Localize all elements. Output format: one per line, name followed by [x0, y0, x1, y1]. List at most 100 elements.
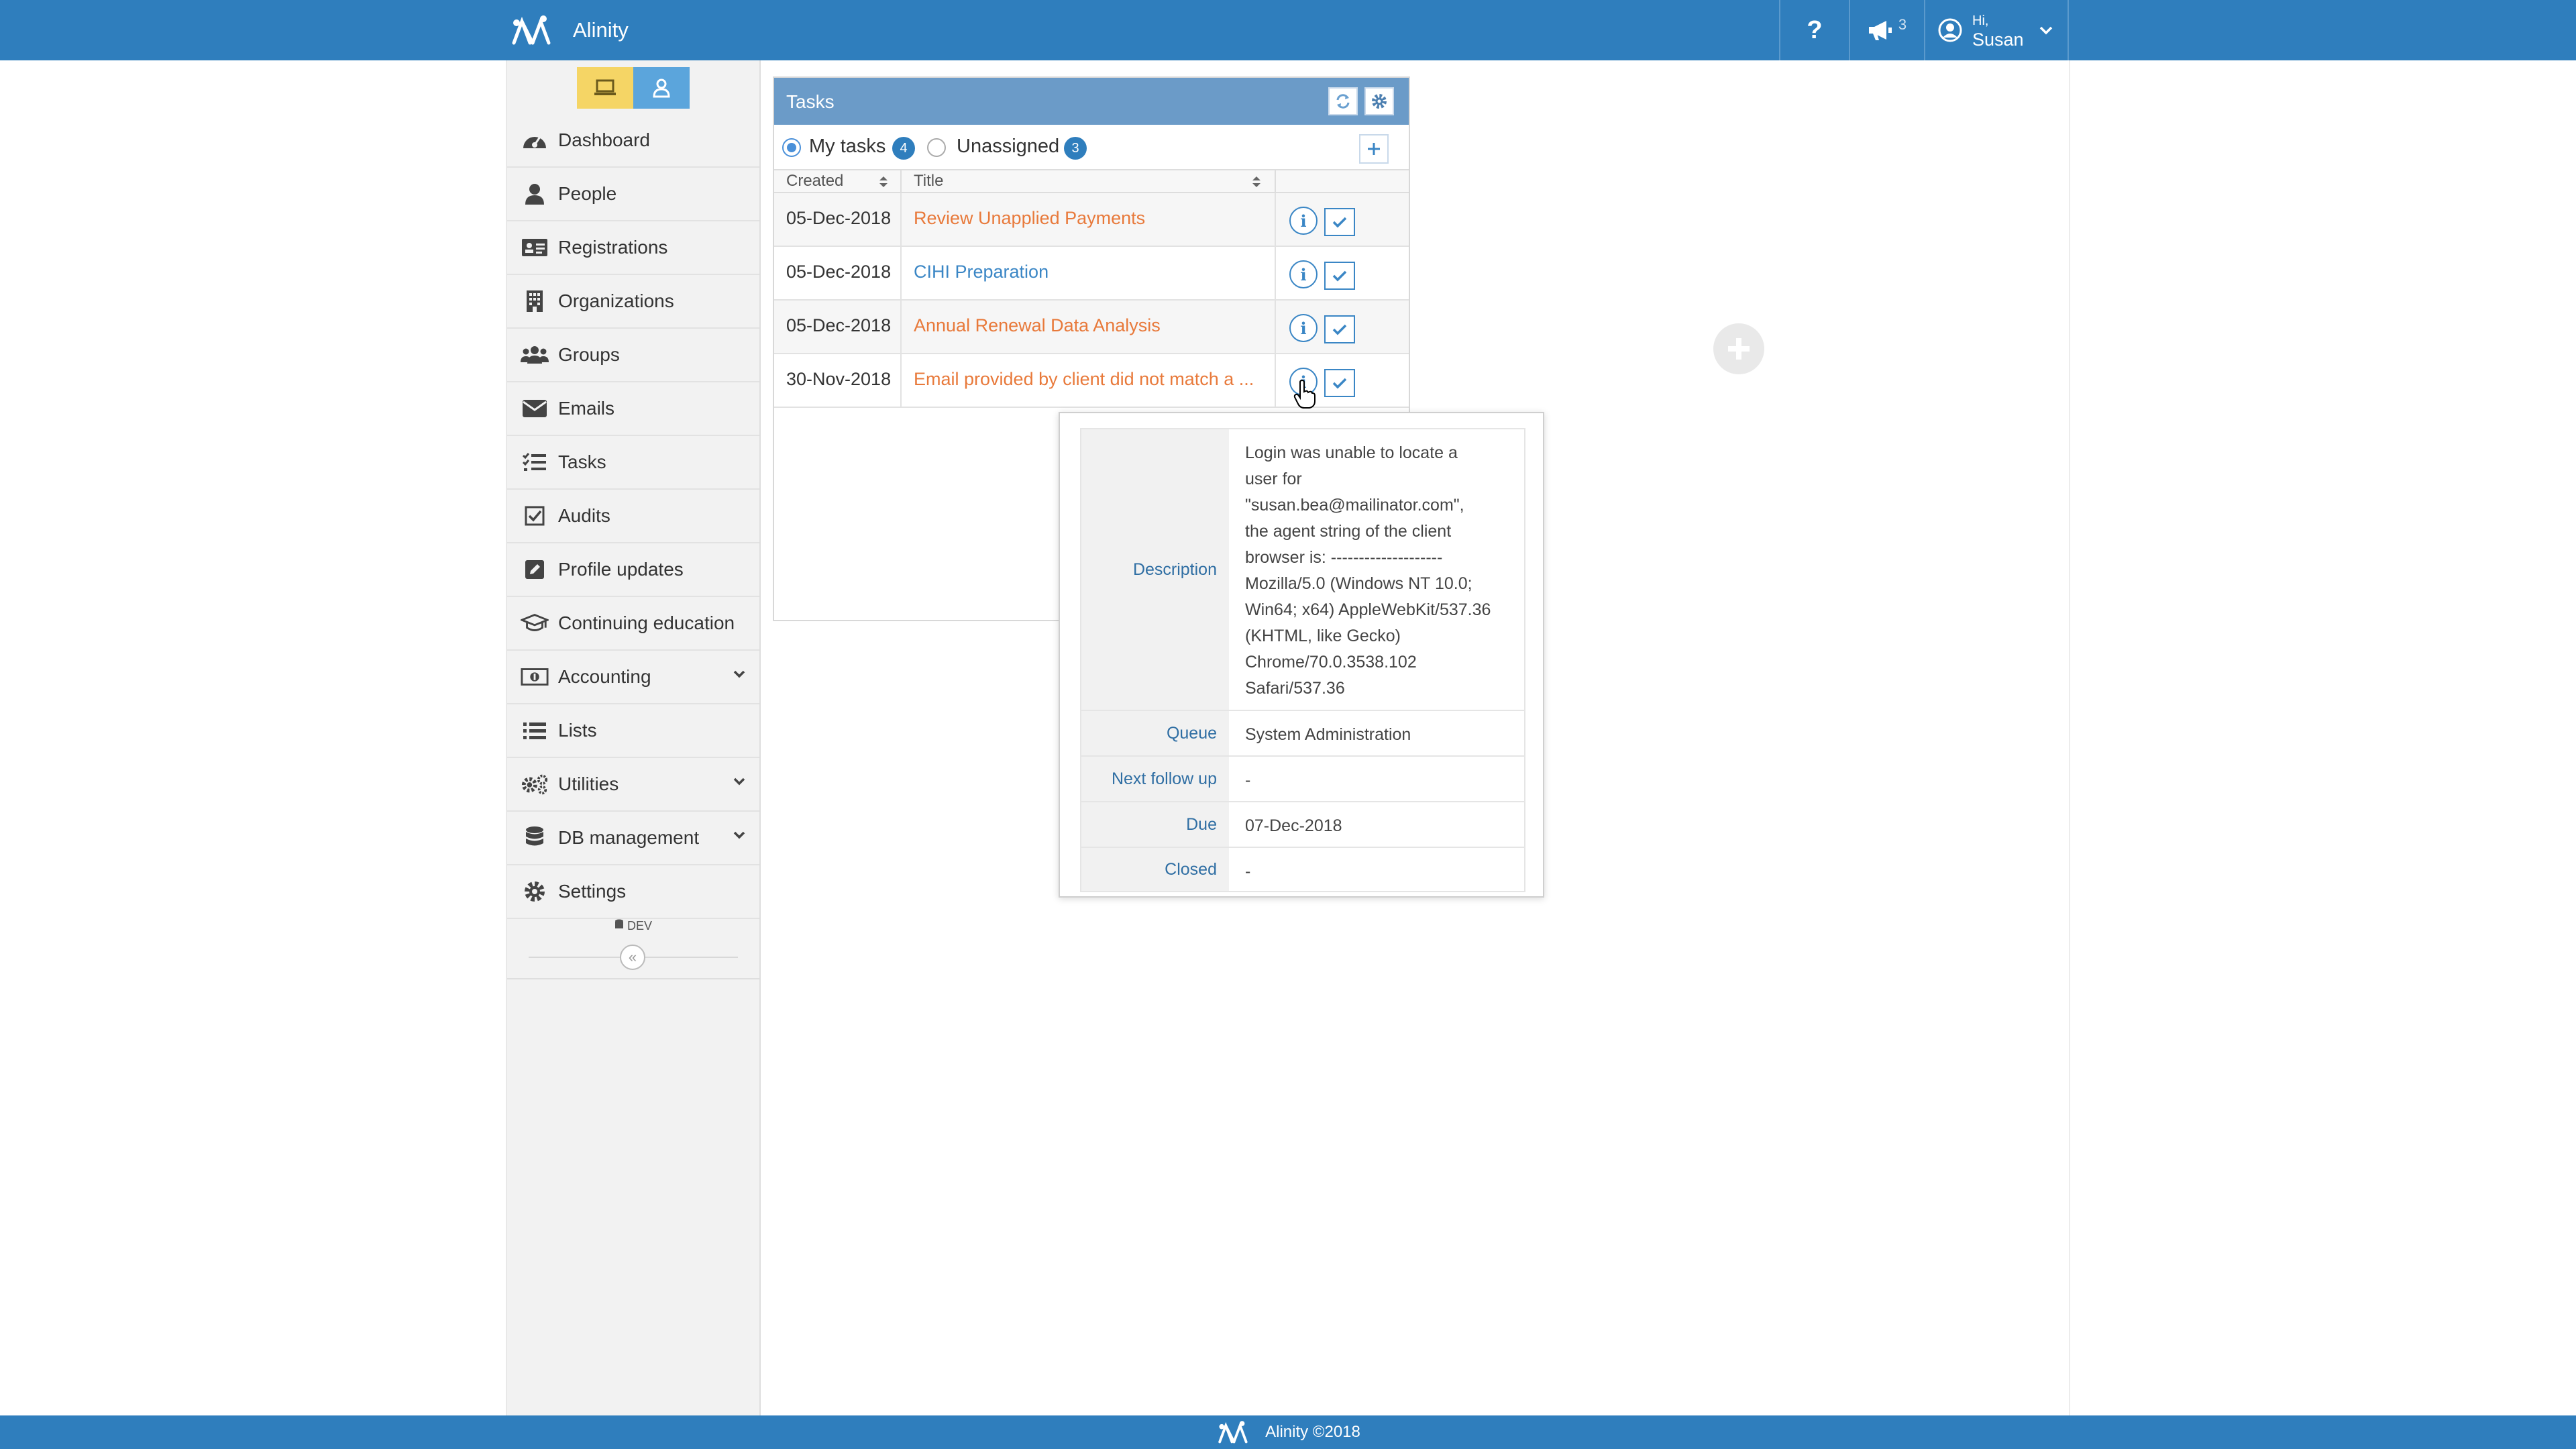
complete-task-button[interactable] [1324, 262, 1355, 290]
task-title-link[interactable]: Email provided by client did not match a… [914, 369, 1254, 390]
description-line: browser is: -------------------- [1245, 548, 1443, 567]
envelope-icon [521, 394, 549, 423]
my-tasks-label[interactable]: My tasks [809, 136, 885, 158]
sidebar-item-organizations[interactable]: Organizations [507, 275, 759, 329]
description-line: Win64; x64) AppleWebKit/537.36 [1245, 600, 1491, 619]
divider [900, 354, 902, 407]
announcements-button[interactable]: 3 [1849, 0, 1924, 60]
task-title-link[interactable]: Annual Renewal Data Analysis [914, 315, 1161, 336]
task-info-button[interactable]: i [1289, 314, 1318, 342]
check-icon [1332, 378, 1347, 389]
task-title-link[interactable]: CIHI Preparation [914, 262, 1049, 282]
mode-toggle [577, 67, 690, 109]
info-icon: i [1300, 318, 1307, 338]
sidebar-item-lists[interactable]: Lists [507, 704, 759, 758]
column-header-title[interactable]: Title [914, 172, 943, 191]
column-header-created[interactable]: Created [786, 172, 843, 191]
building-icon [521, 287, 549, 315]
sidebar-item-registrations[interactable]: Registrations [507, 221, 759, 275]
description-line: user for [1245, 470, 1302, 488]
due-value: 07-Dec-2018 [1245, 816, 1342, 835]
sidebar-item-groups[interactable]: Groups [507, 329, 759, 382]
help-button[interactable]: ? [1779, 0, 1849, 60]
info-icon: i [1300, 211, 1307, 231]
environment-indicator: DEV [507, 919, 759, 933]
sidebar-item-accounting[interactable]: Accounting [507, 651, 759, 704]
laptop-icon [594, 79, 616, 95]
divider [900, 301, 902, 353]
description-line: Mozilla/5.0 (Windows NT 10.0; [1245, 574, 1472, 593]
task-created-date: 05-Dec-2018 [786, 208, 892, 228]
panel-settings-button[interactable] [1364, 87, 1394, 115]
sidebar-item-tasks[interactable]: Tasks [507, 436, 759, 490]
description-line: "susan.bea@mailinator.com", [1245, 496, 1464, 515]
checkbox-icon [521, 502, 549, 530]
users-icon [521, 341, 549, 369]
my-tasks-radio[interactable] [782, 138, 801, 157]
brand[interactable]: Alinity [510, 13, 629, 47]
panel-title: Tasks [786, 91, 835, 112]
table-row: 05-Dec-2018 Review Unapplied Payments i [774, 193, 1409, 247]
sidebar-item-dashboard[interactable]: Dashboard [507, 114, 759, 168]
task-created-date: 05-Dec-2018 [786, 315, 892, 335]
divider [1275, 247, 1276, 299]
sidebar-item-settings[interactable]: Settings [507, 865, 759, 919]
detail-label: Queue [1081, 711, 1229, 755]
sidebar-item-utilities[interactable]: Utilities [507, 758, 759, 812]
id-card-icon [521, 233, 549, 262]
task-title-link[interactable]: Review Unapplied Payments [914, 208, 1145, 229]
frame-border-right [2069, 60, 2070, 1415]
sidebar-item-emails[interactable]: Emails [507, 382, 759, 436]
sidebar-item-continuing-education[interactable]: Continuing education [507, 597, 759, 651]
sidebar-item-people[interactable]: People [507, 168, 759, 221]
complete-task-button[interactable] [1324, 369, 1355, 397]
detail-label: Due [1081, 802, 1229, 847]
environment-label: DEV [627, 919, 653, 932]
sidebar-item-label: Registrations [558, 237, 668, 258]
chevron-down-icon [2039, 26, 2052, 35]
refresh-button[interactable] [1328, 87, 1358, 115]
complete-task-button[interactable] [1324, 208, 1355, 236]
add-task-button[interactable] [1359, 134, 1389, 164]
detail-row-description: Description Login was unable to locate a… [1081, 429, 1524, 711]
task-info-button[interactable]: i [1289, 260, 1318, 288]
task-created-date: 05-Dec-2018 [786, 262, 892, 282]
sidebar-item-label: Continuing education [558, 612, 735, 633]
complete-task-button[interactable] [1324, 315, 1355, 343]
tasks-table-header: Created Title [774, 169, 1409, 193]
sidebar-item-audits[interactable]: Audits [507, 490, 759, 543]
sidebar: Dashboard People Registrations Organizat… [507, 60, 761, 1415]
chevron-down-icon [733, 670, 745, 678]
person-icon [521, 180, 549, 208]
task-info-button[interactable]: i [1289, 207, 1318, 235]
admin-mode-button[interactable] [577, 67, 633, 109]
graduation-cap-icon [521, 609, 549, 637]
sidebar-item-profile-updates[interactable]: Profile updates [507, 543, 759, 597]
tasks-panel-header: Tasks [774, 78, 1409, 125]
add-widget-button[interactable] [1713, 323, 1764, 374]
unassigned-label[interactable]: Unassigned [957, 136, 1059, 158]
user-greeting: Hi, [1972, 13, 1989, 28]
task-details-table: Description Login was unable to locate a… [1080, 428, 1525, 892]
sidebar-item-label: People [558, 183, 617, 204]
help-icon: ? [1807, 15, 1823, 44]
sort-icon[interactable] [1252, 176, 1261, 188]
divider [900, 170, 902, 192]
check-icon [1332, 324, 1347, 335]
unassigned-count-badge: 3 [1064, 137, 1087, 160]
user-circle-icon [1938, 18, 1962, 42]
divider [1275, 301, 1276, 353]
sort-icon[interactable] [879, 176, 888, 188]
user-menu[interactable]: Hi, Susan [1924, 0, 2069, 60]
collapse-sidebar-button[interactable]: « [620, 945, 645, 970]
sidebar-item-db-management[interactable]: DB management [507, 812, 759, 865]
client-mode-button[interactable] [633, 67, 690, 109]
sidebar-nav: Dashboard People Registrations Organizat… [507, 114, 759, 919]
description-line: Login was unable to locate a [1245, 443, 1458, 462]
cogs-icon [521, 770, 549, 798]
detail-row-closed: Closed - [1081, 848, 1524, 891]
task-details-popover: Description Login was unable to locate a… [1059, 412, 1544, 898]
task-created-date: 30-Nov-2018 [786, 369, 892, 389]
refresh-icon [1336, 94, 1350, 109]
unassigned-radio[interactable] [927, 138, 946, 157]
